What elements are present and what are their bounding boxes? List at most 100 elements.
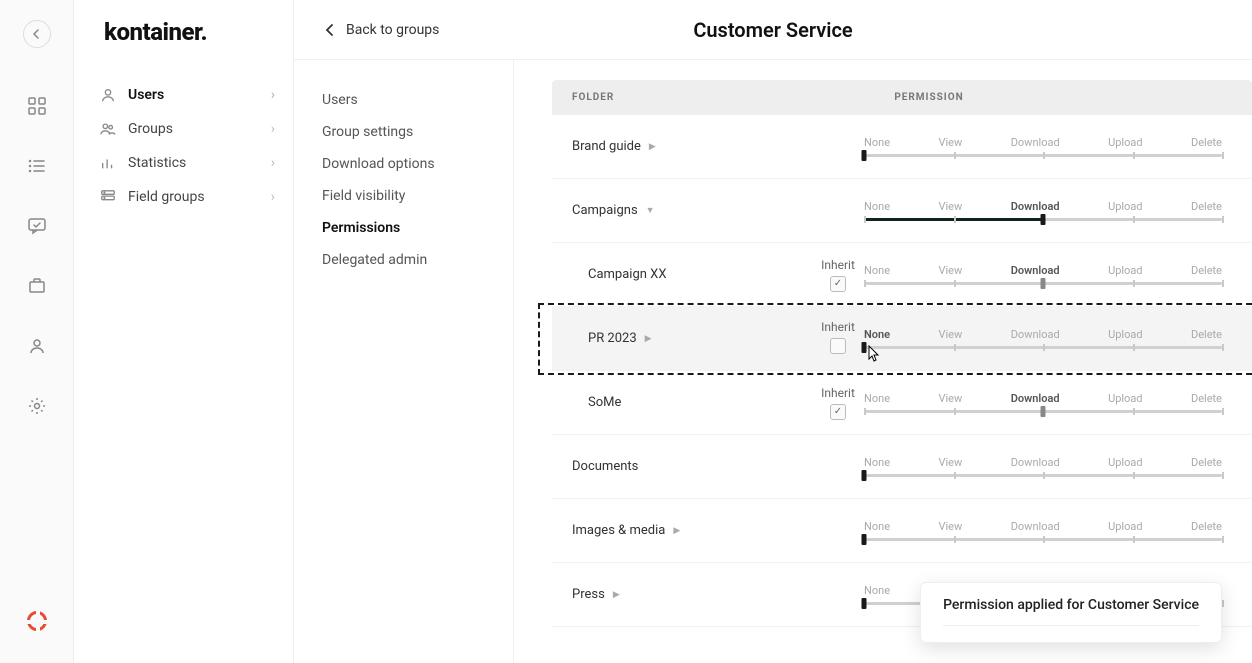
briefcase-icon[interactable] — [19, 268, 55, 304]
chat-icon[interactable] — [19, 208, 55, 244]
perm-label: Download — [1011, 392, 1060, 405]
perm-label: View — [939, 200, 963, 213]
sidebar-item-label: Field groups — [128, 189, 205, 205]
inherit-checkbox[interactable] — [830, 404, 846, 420]
inherit-checkbox[interactable] — [830, 276, 846, 292]
logo: kontainer. — [74, 0, 293, 70]
slider-track[interactable] — [864, 216, 1222, 222]
perm-row: Images & media▶NoneViewDownloadUploadDel… — [552, 499, 1252, 563]
subnav-users[interactable]: Users — [322, 84, 513, 116]
perm-label: Upload — [1108, 456, 1142, 469]
folder-name[interactable]: Press▶ — [572, 587, 812, 602]
subnav-delegated-admin[interactable]: Delegated admin — [322, 244, 513, 276]
expand-right-icon[interactable]: ▶ — [649, 142, 656, 152]
collapse-button[interactable] — [23, 20, 51, 48]
sidebar-item-users[interactable]: Users › — [74, 78, 293, 112]
stats-icon — [100, 155, 118, 171]
perm-label: Download — [1011, 520, 1060, 533]
sidebar-item-statistics[interactable]: Statistics› — [74, 146, 293, 180]
toast-text: Permission applied for Customer Service — [943, 597, 1199, 613]
back-link[interactable]: Back to groups — [324, 22, 439, 38]
perm-label: None — [864, 136, 890, 149]
gear-icon[interactable] — [19, 388, 55, 424]
expand-down-icon[interactable]: ▼ — [646, 205, 655, 216]
folder-name[interactable]: SoMe — [572, 395, 812, 410]
perm-label: None — [864, 392, 890, 405]
main-panel: Back to groups Customer Service UsersGro… — [294, 0, 1252, 663]
sidebar-item-field-groups[interactable]: Field groups › — [74, 180, 293, 214]
perm-row: DocumentsNoneViewDownloadUploadDelete — [552, 435, 1252, 499]
subnav-download-options[interactable]: Download options — [322, 148, 513, 180]
slider-track[interactable] — [864, 536, 1222, 542]
perm-label: Upload — [1108, 200, 1142, 213]
col-folder: FOLDER — [572, 92, 614, 103]
perm-label: Delete — [1191, 520, 1222, 533]
perm-label: Upload — [1108, 392, 1142, 405]
permission-slider[interactable]: NoneViewDownloadUploadDelete — [864, 264, 1232, 286]
list-icon[interactable] — [19, 148, 55, 184]
subnav-group-settings[interactable]: Group settings — [322, 116, 513, 148]
expand-right-icon[interactable]: ▶ — [613, 590, 620, 600]
col-permission: PERMISSION — [894, 92, 963, 103]
permission-slider[interactable]: NoneViewDownloadUploadDelete — [864, 456, 1232, 478]
sidebar-item-label: Statistics — [128, 155, 186, 171]
slider-track[interactable] — [864, 152, 1222, 158]
slider-track[interactable] — [864, 408, 1222, 414]
permission-slider[interactable]: NoneViewDownloadUploadDelete — [864, 136, 1232, 158]
slider-track[interactable] — [864, 472, 1222, 478]
perm-row: SoMeInheritNone View Download Upload Delete — [552, 371, 1252, 435]
user-icon[interactable] — [19, 328, 55, 364]
sidebar: kontainer. Users›Groups›Statistics›Field… — [74, 0, 294, 663]
perm-label: None — [864, 328, 890, 341]
folder-name[interactable]: Images & media▶ — [572, 523, 812, 538]
slider-track[interactable] — [864, 280, 1222, 286]
subnav-permissions[interactable]: Permissions — [322, 212, 513, 244]
inherit-cell: Inherit — [812, 386, 864, 420]
perm-label: Delete — [1191, 392, 1222, 405]
sidebar-item-groups[interactable]: Groups› — [74, 112, 293, 146]
expand-right-icon[interactable]: ▶ — [673, 526, 680, 536]
icon-rail — [0, 0, 74, 663]
sidebar-item-label: Users — [128, 87, 164, 103]
folder-name[interactable]: Campaigns▼ — [572, 203, 812, 218]
perm-row: PR 2023▶InheritNoneViewDownloadUploadDel… — [552, 307, 1252, 371]
dashboard-icon[interactable] — [19, 88, 55, 124]
user-icon — [100, 87, 118, 103]
permission-slider[interactable]: None View Download Upload Delete — [864, 392, 1232, 414]
perm-row: Campaigns▼NoneViewDownloadUploadDelete — [552, 179, 1252, 243]
perm-label: Upload — [1108, 136, 1142, 149]
perm-label: View — [938, 520, 962, 533]
chevron-right-icon: › — [271, 121, 275, 137]
permission-slider[interactable]: NoneViewDownloadUploadDelete — [864, 520, 1232, 542]
perm-label: View — [938, 136, 962, 149]
perm-label: Delete — [1191, 136, 1222, 149]
perm-label: View — [939, 392, 963, 405]
expand-right-icon[interactable]: ▶ — [645, 334, 652, 344]
perm-row: Brand guide▶NoneViewDownloadUploadDelete — [552, 115, 1252, 179]
inherit-checkbox[interactable] — [830, 338, 846, 354]
inherit-cell: Inherit — [812, 258, 864, 292]
perm-label: Delete — [1191, 200, 1222, 213]
users-icon — [100, 121, 118, 137]
perm-row: Campaign XXInheritNoneViewDownloadUpload… — [552, 243, 1252, 307]
fields-icon — [100, 189, 118, 205]
perm-label: View — [938, 456, 962, 469]
toast: Permission applied for Customer Service — [920, 582, 1222, 643]
slider-track[interactable] — [864, 344, 1222, 350]
chevron-right-icon: › — [271, 87, 275, 103]
folder-name[interactable]: Documents — [572, 459, 812, 474]
subnav-field-visibility[interactable]: Field visibility — [322, 180, 513, 212]
folder-name[interactable]: Brand guide▶ — [572, 139, 812, 154]
folder-name[interactable]: Campaign XX — [572, 267, 812, 282]
permissions-panel: FOLDER PERMISSION Brand guide▶ None View Do… — [514, 60, 1252, 663]
permission-slider[interactable]: NoneViewDownloadUploadDelete — [864, 200, 1232, 222]
perm-label: Download — [1011, 456, 1060, 469]
permission-slider[interactable]: NoneViewDownloadUploadDelete — [864, 328, 1232, 350]
perm-label: Download — [1011, 264, 1060, 277]
chevron-right-icon: › — [271, 189, 275, 205]
perm-label: View — [939, 328, 963, 341]
help-icon[interactable] — [19, 603, 55, 639]
folder-name[interactable]: PR 2023▶ — [572, 331, 812, 346]
perm-label: Delete — [1191, 264, 1222, 277]
perm-table-head: FOLDER PERMISSION — [552, 80, 1252, 115]
